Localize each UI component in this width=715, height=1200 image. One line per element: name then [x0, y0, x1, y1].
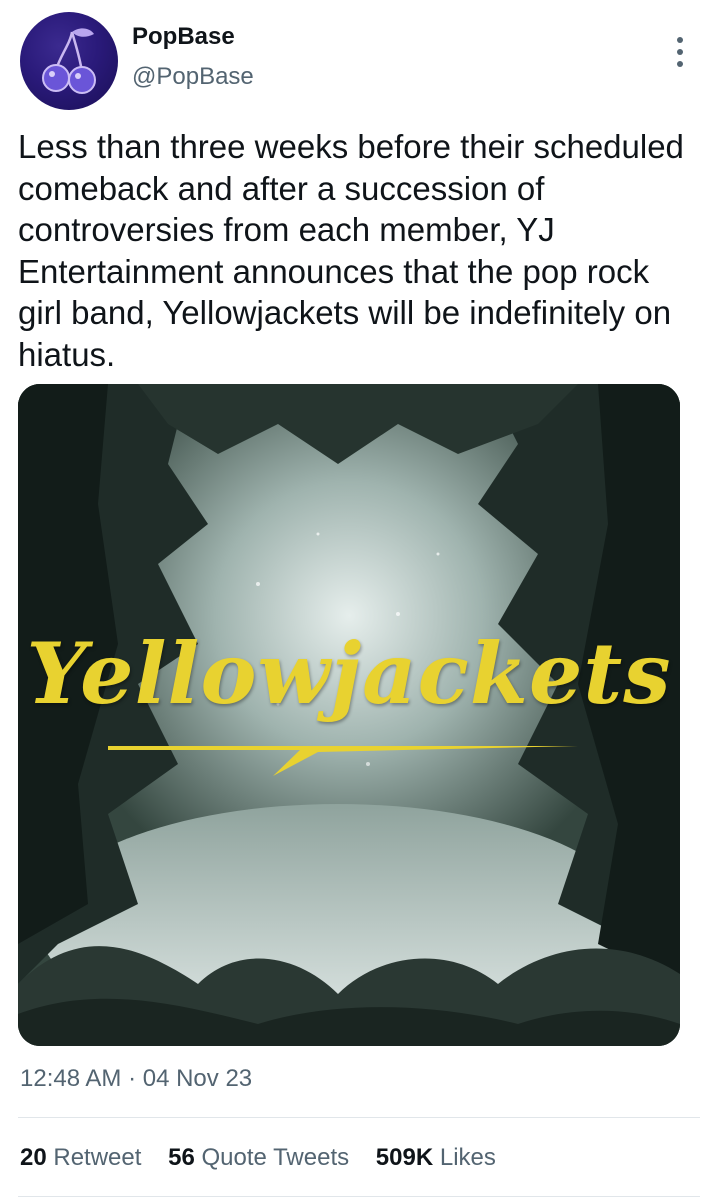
quote-tweets-label: Quote Tweets [201, 1144, 350, 1171]
more-options-button[interactable] [665, 34, 695, 70]
likes-count: 509K [375, 1144, 434, 1171]
handle[interactable]: @PopBase [132, 62, 254, 92]
likes-stat[interactable]: 509K Likes [376, 1142, 496, 1174]
quote-tweets-stat[interactable]: 56 Quote Tweets [168, 1142, 349, 1174]
tweet: PopBase @PopBase Less than three weeks b… [0, 0, 715, 1200]
retweets-stat[interactable]: 20 Retweet [20, 1142, 141, 1174]
avatar[interactable] [20, 12, 118, 110]
cherry-icon [42, 28, 96, 94]
tweet-header: PopBase @PopBase [20, 12, 695, 112]
tweet-text: Less than three weeks before their sched… [18, 128, 684, 373]
tweet-stats: 20 Retweet 56 Quote Tweets 509K Likes [20, 1142, 516, 1174]
more-vertical-icon [677, 37, 683, 67]
quote-tweets-count: 56 [168, 1144, 195, 1171]
tweet-media-image[interactable]: Yellowjackets [18, 384, 680, 1046]
divider [18, 1117, 700, 1118]
yellowjackets-logo-text: Yellowjackets [26, 624, 672, 723]
divider [18, 1196, 700, 1197]
retweets-count: 20 [20, 1144, 47, 1171]
retweets-label: Retweet [53, 1144, 142, 1171]
display-name[interactable]: PopBase [132, 22, 254, 52]
tweet-timestamp[interactable]: 12:48 AM · 04 Nov 23 [20, 1064, 252, 1094]
author-names: PopBase @PopBase [132, 22, 254, 92]
likes-label: Likes [439, 1144, 496, 1171]
